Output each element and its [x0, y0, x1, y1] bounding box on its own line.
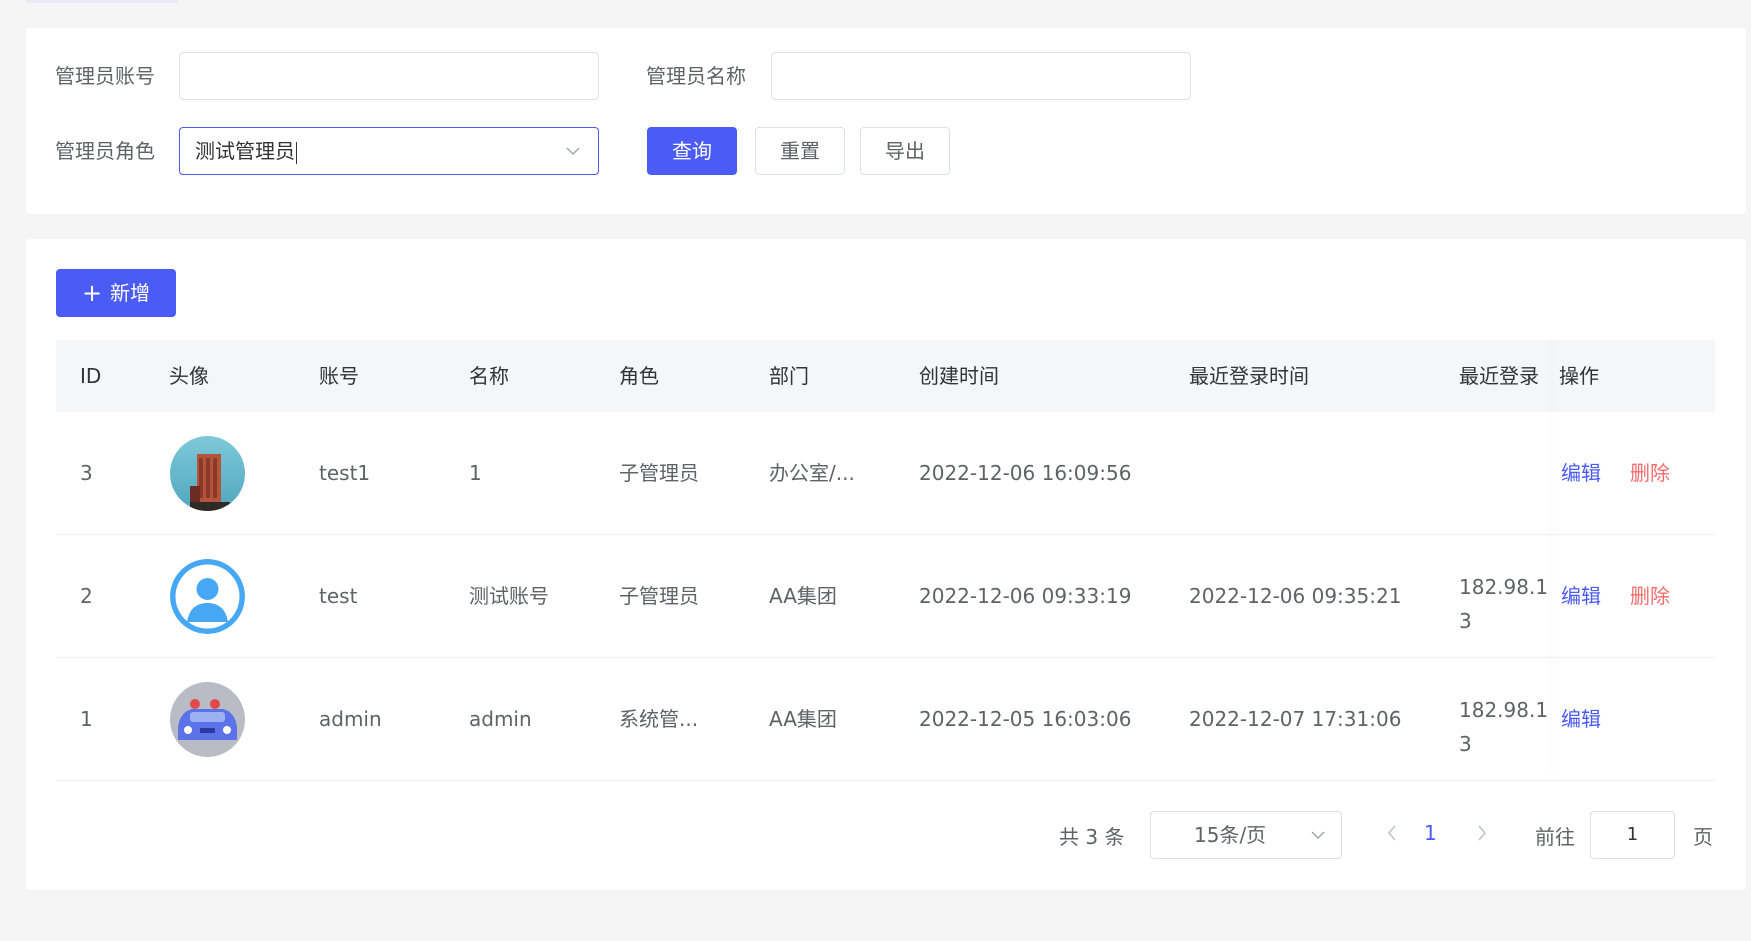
delete-link[interactable]: 删除	[1630, 412, 1670, 535]
fixed-column-divider	[1555, 340, 1556, 780]
pagination: 共 3 条 15条/页 1 前往 1 页	[26, 809, 1746, 859]
cell-dept: 办公室/...	[769, 461, 855, 485]
edit-link[interactable]: 编辑	[1561, 658, 1601, 781]
cell-name: 测试账号	[469, 584, 549, 608]
name-label: 管理员名称	[646, 64, 746, 88]
th-last-login: 最近登录时间	[1189, 364, 1309, 388]
th-role: 角色	[619, 364, 659, 388]
page-size-value: 15条/页	[1194, 823, 1267, 847]
cell-account: test	[319, 584, 358, 608]
role-label: 管理员角色	[55, 139, 155, 163]
chevron-down-icon	[566, 147, 580, 156]
plus-icon: +	[81, 279, 103, 307]
cell-dept: AA集团	[769, 584, 837, 608]
table-header: ID 头像 账号 名称 角色 部门 创建时间 最近登录时间 最近登录 操作	[56, 340, 1715, 412]
role-select[interactable]: 测试管理员	[179, 127, 599, 175]
reset-button[interactable]: 重置	[755, 127, 845, 175]
cell-name: admin	[469, 707, 532, 731]
th-dept: 部门	[769, 364, 809, 388]
role-select-value: 测试管理员	[195, 139, 295, 163]
cell-id: 1	[80, 707, 93, 731]
table-panel: + 新增 ID 头像 账号 名称 角色 部门 创建时间 最近登录时间 最近登录 操…	[26, 239, 1746, 890]
th-account: 账号	[319, 364, 359, 388]
edit-link[interactable]: 编辑	[1561, 412, 1601, 535]
th-avatar: 头像	[169, 364, 209, 388]
page-suffix-label: 页	[1693, 825, 1713, 849]
goto-page-input[interactable]: 1	[1590, 811, 1675, 859]
account-input[interactable]	[195, 53, 598, 99]
top-strip	[0, 0, 1751, 4]
chevron-right-icon[interactable]	[1472, 821, 1492, 845]
active-tab-indicator	[26, 0, 178, 3]
cell-account: admin	[319, 707, 382, 731]
cell-last-ip: 182.98.1 3	[1459, 698, 1549, 756]
pagination-total: 共 3 条	[1059, 825, 1125, 849]
goto-label: 前往	[1535, 825, 1575, 849]
cell-role: 子管理员	[619, 461, 699, 485]
search-panel: 管理员账号 管理员名称 管理员角色 测试管理员 查询 重置 导出	[26, 28, 1746, 214]
table-row: 1 admin admin 系统管... AA集团 2022-12-05 16:…	[56, 658, 1715, 781]
building-photo-avatar	[170, 436, 245, 511]
table-row: 2 test 测试账号 子管理员 AA集团 2022-12-06 09:33:1…	[56, 535, 1715, 658]
default-user-avatar	[170, 559, 245, 634]
cell-created: 2022-12-06 16:09:56	[919, 461, 1132, 485]
car-photo-avatar	[170, 682, 245, 757]
delete-link[interactable]: 删除	[1630, 535, 1670, 658]
cell-dept: AA集团	[769, 707, 837, 731]
cell-id: 2	[80, 584, 93, 608]
name-input-wrapper[interactable]	[771, 52, 1191, 100]
cell-created: 2022-12-05 16:03:06	[919, 707, 1132, 731]
edit-link[interactable]: 编辑	[1561, 535, 1601, 658]
th-created: 创建时间	[919, 364, 999, 388]
account-input-wrapper[interactable]	[179, 52, 599, 100]
add-button[interactable]: + 新增	[56, 269, 176, 317]
cell-role: 系统管...	[619, 707, 699, 731]
cell-account: test1	[319, 461, 371, 485]
export-button[interactable]: 导出	[860, 127, 950, 175]
cell-role: 子管理员	[619, 584, 699, 608]
account-label: 管理员账号	[55, 64, 155, 88]
cell-last-login: 2022-12-07 17:31:06	[1189, 707, 1402, 731]
th-last-ip: 最近登录	[1459, 364, 1539, 388]
table-row: 3 test1 1 子管理员 办公室/... 2022-12-06 16:09:…	[56, 412, 1715, 535]
name-input[interactable]	[787, 53, 1190, 99]
th-name: 名称	[469, 364, 509, 388]
cell-name: 1	[469, 461, 482, 485]
cell-last-ip: 182.98.1 3	[1459, 575, 1549, 633]
text-cursor	[296, 141, 297, 164]
cell-id: 3	[80, 461, 93, 485]
cell-created: 2022-12-06 09:33:19	[919, 584, 1132, 608]
page-number-current[interactable]: 1	[1424, 821, 1437, 845]
cell-last-login: 2022-12-06 09:35:21	[1189, 584, 1402, 608]
th-actions: 操作	[1559, 364, 1599, 388]
chevron-down-icon	[1311, 831, 1325, 840]
query-button[interactable]: 查询	[647, 127, 737, 175]
th-id: ID	[80, 364, 102, 388]
page-size-select[interactable]: 15条/页	[1150, 811, 1342, 859]
add-button-label: 新增	[110, 281, 151, 305]
chevron-left-icon[interactable]	[1382, 821, 1402, 845]
